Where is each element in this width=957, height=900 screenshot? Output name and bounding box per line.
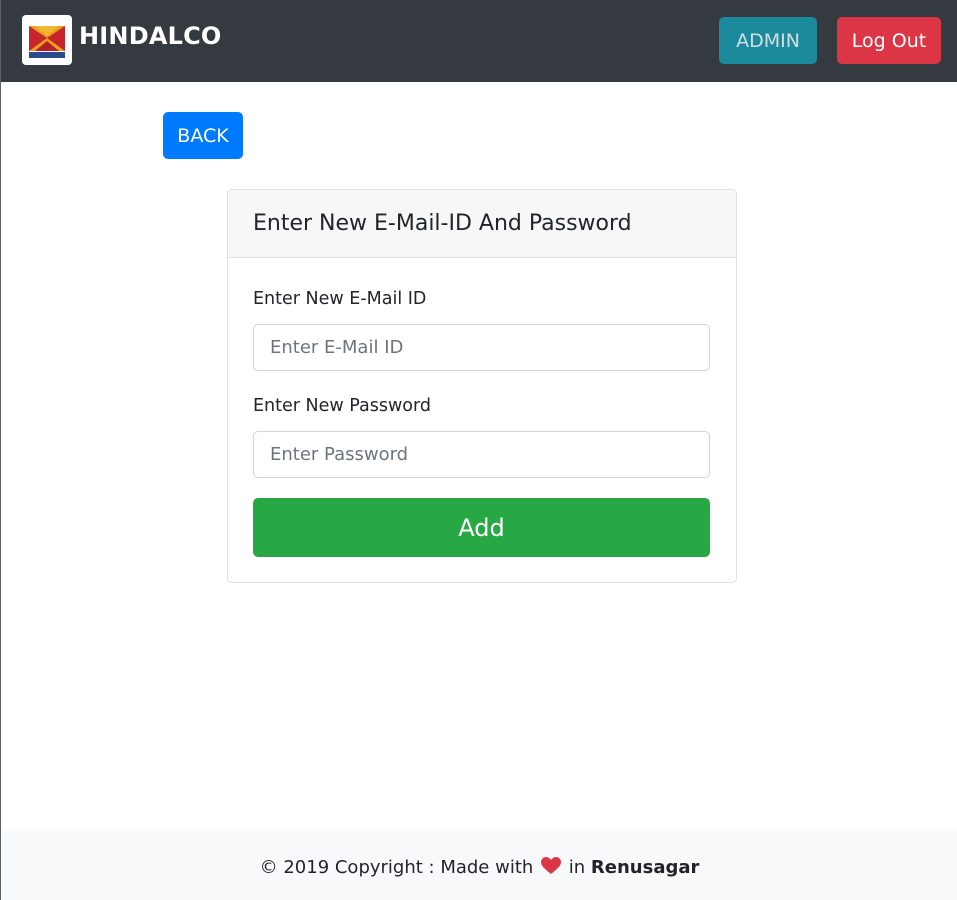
card-header: Enter New E-Mail-ID And Password (228, 190, 736, 258)
email-input[interactable] (253, 324, 710, 371)
password-label: Enter New Password (253, 396, 432, 416)
navbar: HINDALCO ADMIN Log Out (1, 0, 957, 82)
logo-graphic (27, 20, 67, 60)
back-button[interactable]: BACK (163, 112, 243, 159)
logout-button[interactable]: Log Out (837, 17, 941, 64)
add-button[interactable]: Add (253, 498, 710, 557)
password-input[interactable] (253, 431, 710, 478)
card-title: Enter New E-Mail-ID And Password (253, 211, 632, 236)
email-label: Enter New E-Mail ID (253, 289, 427, 309)
admin-button[interactable]: ADMIN (719, 17, 817, 64)
footer-text: © 2019 Copyright : Made with in Renusaga… (1, 857, 957, 880)
footer: © 2019 Copyright : Made with in Renusaga… (1, 831, 957, 900)
credentials-form-card: Enter New E-Mail-ID And Password Enter N… (227, 189, 737, 583)
brand-name[interactable]: HINDALCO (79, 22, 222, 50)
footer-in: in (568, 857, 586, 878)
footer-copyright: © 2019 Copyright : Made with (259, 857, 534, 878)
footer-brand: Renusagar (590, 857, 700, 878)
heart-icon (541, 857, 562, 880)
hindalco-logo-icon[interactable] (22, 15, 72, 65)
